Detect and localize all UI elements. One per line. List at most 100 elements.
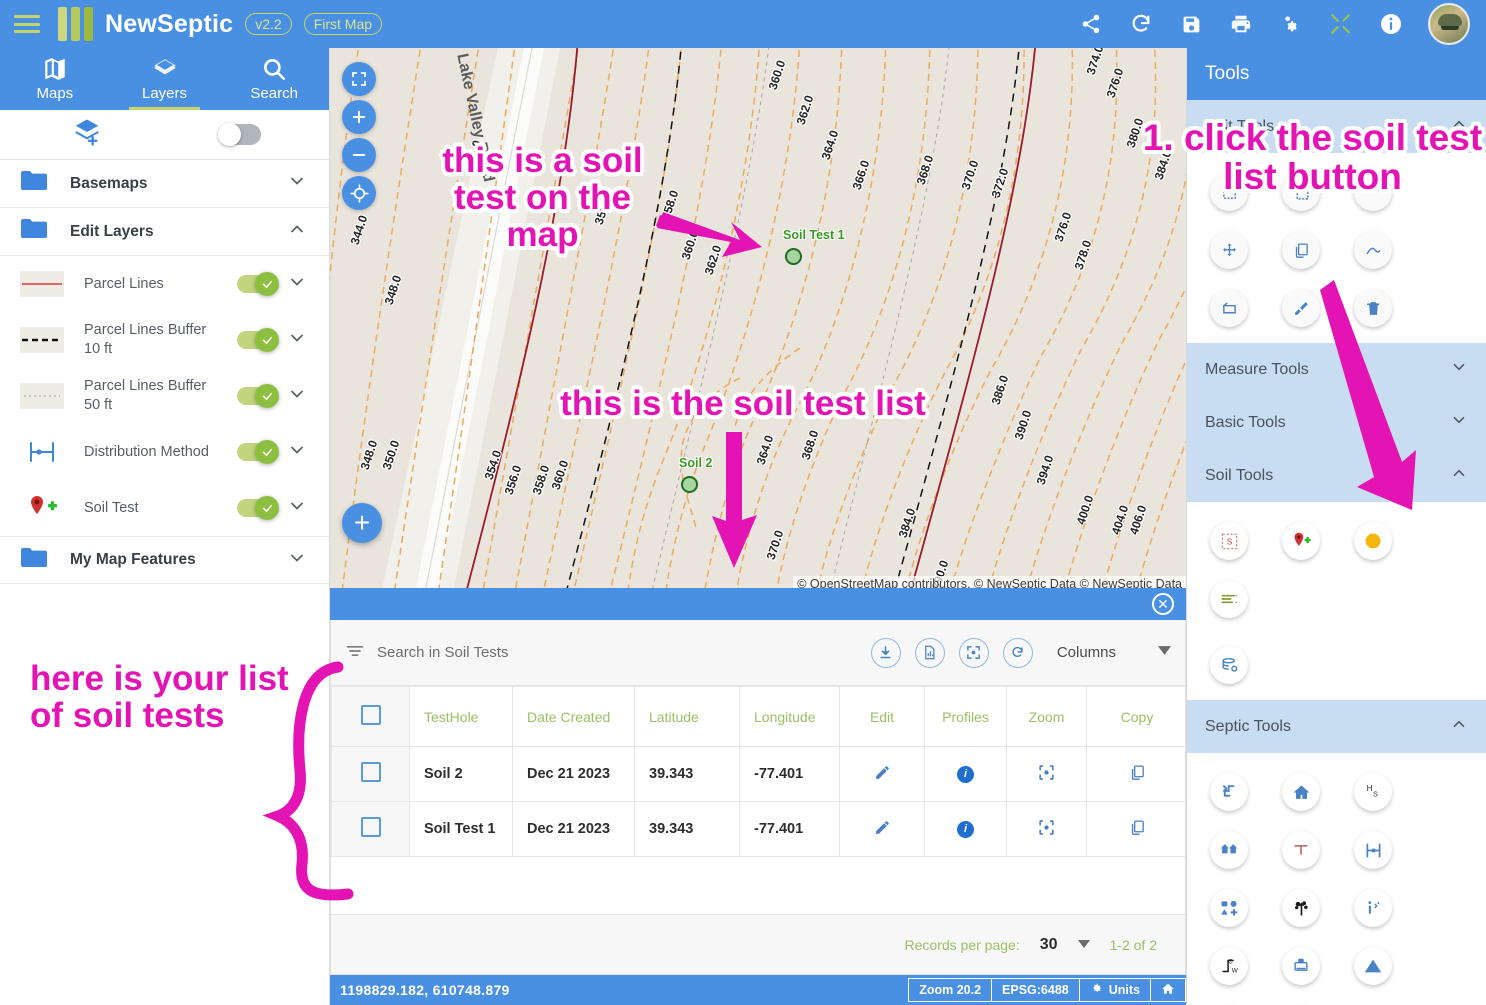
- trench-icon[interactable]: [1210, 773, 1248, 811]
- distribution-icon[interactable]: [1354, 831, 1392, 869]
- zoom-to-icon[interactable]: [1038, 764, 1055, 781]
- info-icon[interactable]: i: [957, 821, 974, 838]
- print-icon[interactable]: [1228, 11, 1254, 37]
- select-all-checkbox[interactable]: [361, 705, 381, 725]
- house-icon[interactable]: [1282, 773, 1320, 811]
- settings-icon[interactable]: [1278, 11, 1304, 37]
- column-header-longitude[interactable]: Longitude: [740, 687, 840, 747]
- layers-master-toggle[interactable]: [219, 124, 261, 145]
- soil-test-pin-icon[interactable]: [1282, 522, 1320, 560]
- share-icon[interactable]: [1078, 11, 1104, 37]
- layer-visibility-toggle[interactable]: [237, 443, 277, 461]
- select-add-icon[interactable]: [1282, 173, 1320, 211]
- menu-icon[interactable]: [14, 15, 40, 33]
- t-icon[interactable]: [1282, 831, 1320, 869]
- cell-zoom[interactable]: [1007, 802, 1087, 857]
- close-icon[interactable]: ✕: [1152, 593, 1174, 615]
- section-septic-tools[interactable]: Septic Tools: [1187, 700, 1486, 753]
- map-name-badge[interactable]: First Map: [304, 13, 382, 35]
- records-per-page-value[interactable]: 30: [1040, 936, 1058, 954]
- map-point-dot[interactable]: [681, 476, 698, 493]
- cell-edit[interactable]: [840, 747, 925, 802]
- column-header-latitude[interactable]: Latitude: [635, 687, 740, 747]
- zoom-to-icon[interactable]: [1038, 819, 1055, 836]
- layer-parcel-lines-buffer-10[interactable]: Parcel Lines Buffer 10 ft: [0, 312, 329, 368]
- add-feature-icon[interactable]: +: [342, 503, 382, 543]
- search-input[interactable]: Search in Soil Tests: [377, 644, 508, 661]
- section-basic-tools[interactable]: Basic Tools: [1187, 396, 1486, 449]
- report-icon[interactable]: [915, 638, 945, 668]
- row-checkbox[interactable]: [361, 817, 381, 837]
- map-point-soil-2[interactable]: Soil 2: [681, 476, 698, 493]
- tools-icon[interactable]: [1328, 11, 1354, 37]
- layer-visibility-toggle[interactable]: [237, 275, 277, 293]
- chevron-down-icon[interactable]: [287, 548, 307, 573]
- column-header-date-created[interactable]: Date Created: [513, 687, 635, 747]
- reshape-icon[interactable]: [1210, 289, 1248, 327]
- select-box-icon[interactable]: [1210, 173, 1248, 211]
- chevron-up-icon[interactable]: [287, 219, 307, 244]
- cell-copy[interactable]: [1087, 802, 1188, 857]
- zoom-in-icon[interactable]: [342, 100, 376, 134]
- group-basemaps[interactable]: Basemaps: [0, 160, 329, 208]
- table-row[interactable]: Soil Test 1 Dec 21 2023 39.343 -77.401 i: [332, 802, 1188, 857]
- tree-icon[interactable]: [1282, 889, 1320, 927]
- two-house-icon[interactable]: [1210, 831, 1248, 869]
- soil-test-list-icon[interactable]: [1210, 580, 1248, 618]
- download-icon[interactable]: [871, 638, 901, 668]
- chevron-down-icon[interactable]: [287, 384, 307, 409]
- cell-edit[interactable]: [840, 802, 925, 857]
- table-row[interactable]: Soil 2 Dec 21 2023 39.343 -77.401 i: [332, 747, 1188, 802]
- features-add-icon[interactable]: [1210, 889, 1248, 927]
- layer-parcel-lines[interactable]: Parcel Lines: [0, 256, 329, 312]
- edit-icon[interactable]: [874, 819, 891, 836]
- zoom-to-icon[interactable]: [959, 638, 989, 668]
- avatar[interactable]: [1428, 3, 1470, 45]
- cell-profiles[interactable]: i: [925, 747, 1007, 802]
- chevron-down-icon[interactable]: [287, 496, 307, 521]
- tab-search[interactable]: Search: [219, 48, 329, 110]
- map-canvas[interactable]: Lake Valley Road 344.0348.0348.0348.0350…: [330, 48, 1186, 592]
- pump-icon[interactable]: [1282, 947, 1320, 985]
- refresh-icon[interactable]: [1003, 638, 1033, 668]
- clean-icon[interactable]: [1282, 289, 1320, 327]
- tab-layers[interactable]: Layers: [110, 48, 220, 110]
- home-button[interactable]: [1150, 978, 1186, 1002]
- refresh-icon[interactable]: [1128, 11, 1154, 37]
- delete-icon[interactable]: [1354, 289, 1392, 327]
- vertex-edit-icon[interactable]: [1354, 231, 1392, 269]
- fullscreen-icon[interactable]: [342, 62, 376, 96]
- soil-color-icon[interactable]: [1354, 522, 1392, 560]
- add-layer-icon[interactable]: [72, 117, 102, 152]
- chevron-down-icon[interactable]: [287, 328, 307, 353]
- chevron-down-icon[interactable]: [1078, 937, 1090, 953]
- select-partial-icon[interactable]: [1354, 173, 1392, 211]
- map-point-dot[interactable]: [785, 248, 802, 265]
- section-soil-tools[interactable]: Soil Tools: [1187, 449, 1486, 502]
- epsg-badge[interactable]: EPSG:6488: [991, 978, 1079, 1002]
- layer-visibility-toggle[interactable]: [237, 387, 277, 405]
- row-checkbox[interactable]: [361, 762, 381, 782]
- cell-zoom[interactable]: [1007, 747, 1087, 802]
- map-point-soil-test-1[interactable]: Soil Test 1: [785, 248, 802, 265]
- section-measure-tools[interactable]: Measure Tools: [1187, 343, 1486, 396]
- chevron-down-icon[interactable]: [287, 171, 307, 196]
- layer-visibility-toggle[interactable]: [237, 499, 277, 517]
- column-header-testhole[interactable]: TestHole: [410, 687, 513, 747]
- columns-select[interactable]: Columns: [1057, 644, 1171, 661]
- group-edit-layers[interactable]: Edit Layers: [0, 208, 329, 256]
- hs-icon[interactable]: HS: [1354, 773, 1392, 811]
- units-button[interactable]: Units: [1079, 978, 1150, 1002]
- section-edit-tools[interactable]: Edit Tools: [1187, 100, 1486, 153]
- layer-distribution-method[interactable]: Distribution Method: [0, 424, 329, 480]
- copy-icon[interactable]: [1282, 231, 1320, 269]
- locate-icon[interactable]: [342, 176, 376, 210]
- info-icon[interactable]: [1378, 11, 1404, 37]
- search-container[interactable]: Search in Soil Tests: [345, 641, 508, 665]
- chevron-down-icon[interactable]: [287, 440, 307, 465]
- save-icon[interactable]: [1178, 11, 1204, 37]
- info-measure-icon[interactable]: [1354, 889, 1392, 927]
- cell-profiles[interactable]: i: [925, 802, 1007, 857]
- zoom-level-badge[interactable]: Zoom 20.2: [908, 978, 991, 1002]
- layer-parcel-lines-buffer-50[interactable]: Parcel Lines Buffer 50 ft: [0, 368, 329, 424]
